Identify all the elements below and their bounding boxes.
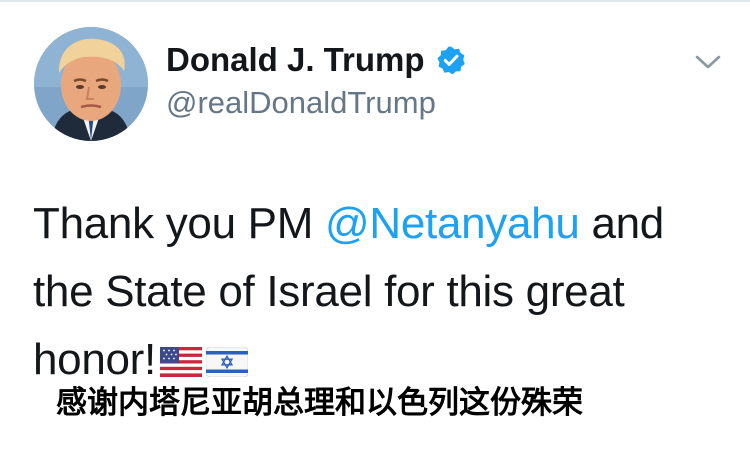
author-handle[interactable]: @realDonaldTrump <box>166 84 436 122</box>
tweet-text-segment: and <box>579 199 664 248</box>
avatar-photo-icon <box>34 27 148 141</box>
verified-badge-icon <box>437 46 465 75</box>
chinese-caption: 感谢内塔尼亚胡总理和以色列这份殊荣 <box>56 385 583 421</box>
author-name[interactable]: Donald J. Trump <box>166 40 425 80</box>
israel-flag-icon <box>205 347 248 377</box>
chevron-down-icon[interactable] <box>694 52 722 72</box>
mention-link[interactable]: @Netanyahu <box>325 199 580 248</box>
tweet-text: Thank you PM @Netanyahu and the State of… <box>33 190 733 394</box>
us-flag-icon <box>159 347 202 377</box>
tweet-line-2: the State of Israel for this great <box>33 267 625 316</box>
top-divider <box>0 0 750 2</box>
tweet-text-segment: Thank you PM <box>33 199 326 248</box>
author-avatar[interactable] <box>34 27 148 141</box>
tweet-line-1: Thank you PM @Netanyahu and <box>33 190 733 258</box>
tweet-text-segment: honor! <box>33 335 156 384</box>
